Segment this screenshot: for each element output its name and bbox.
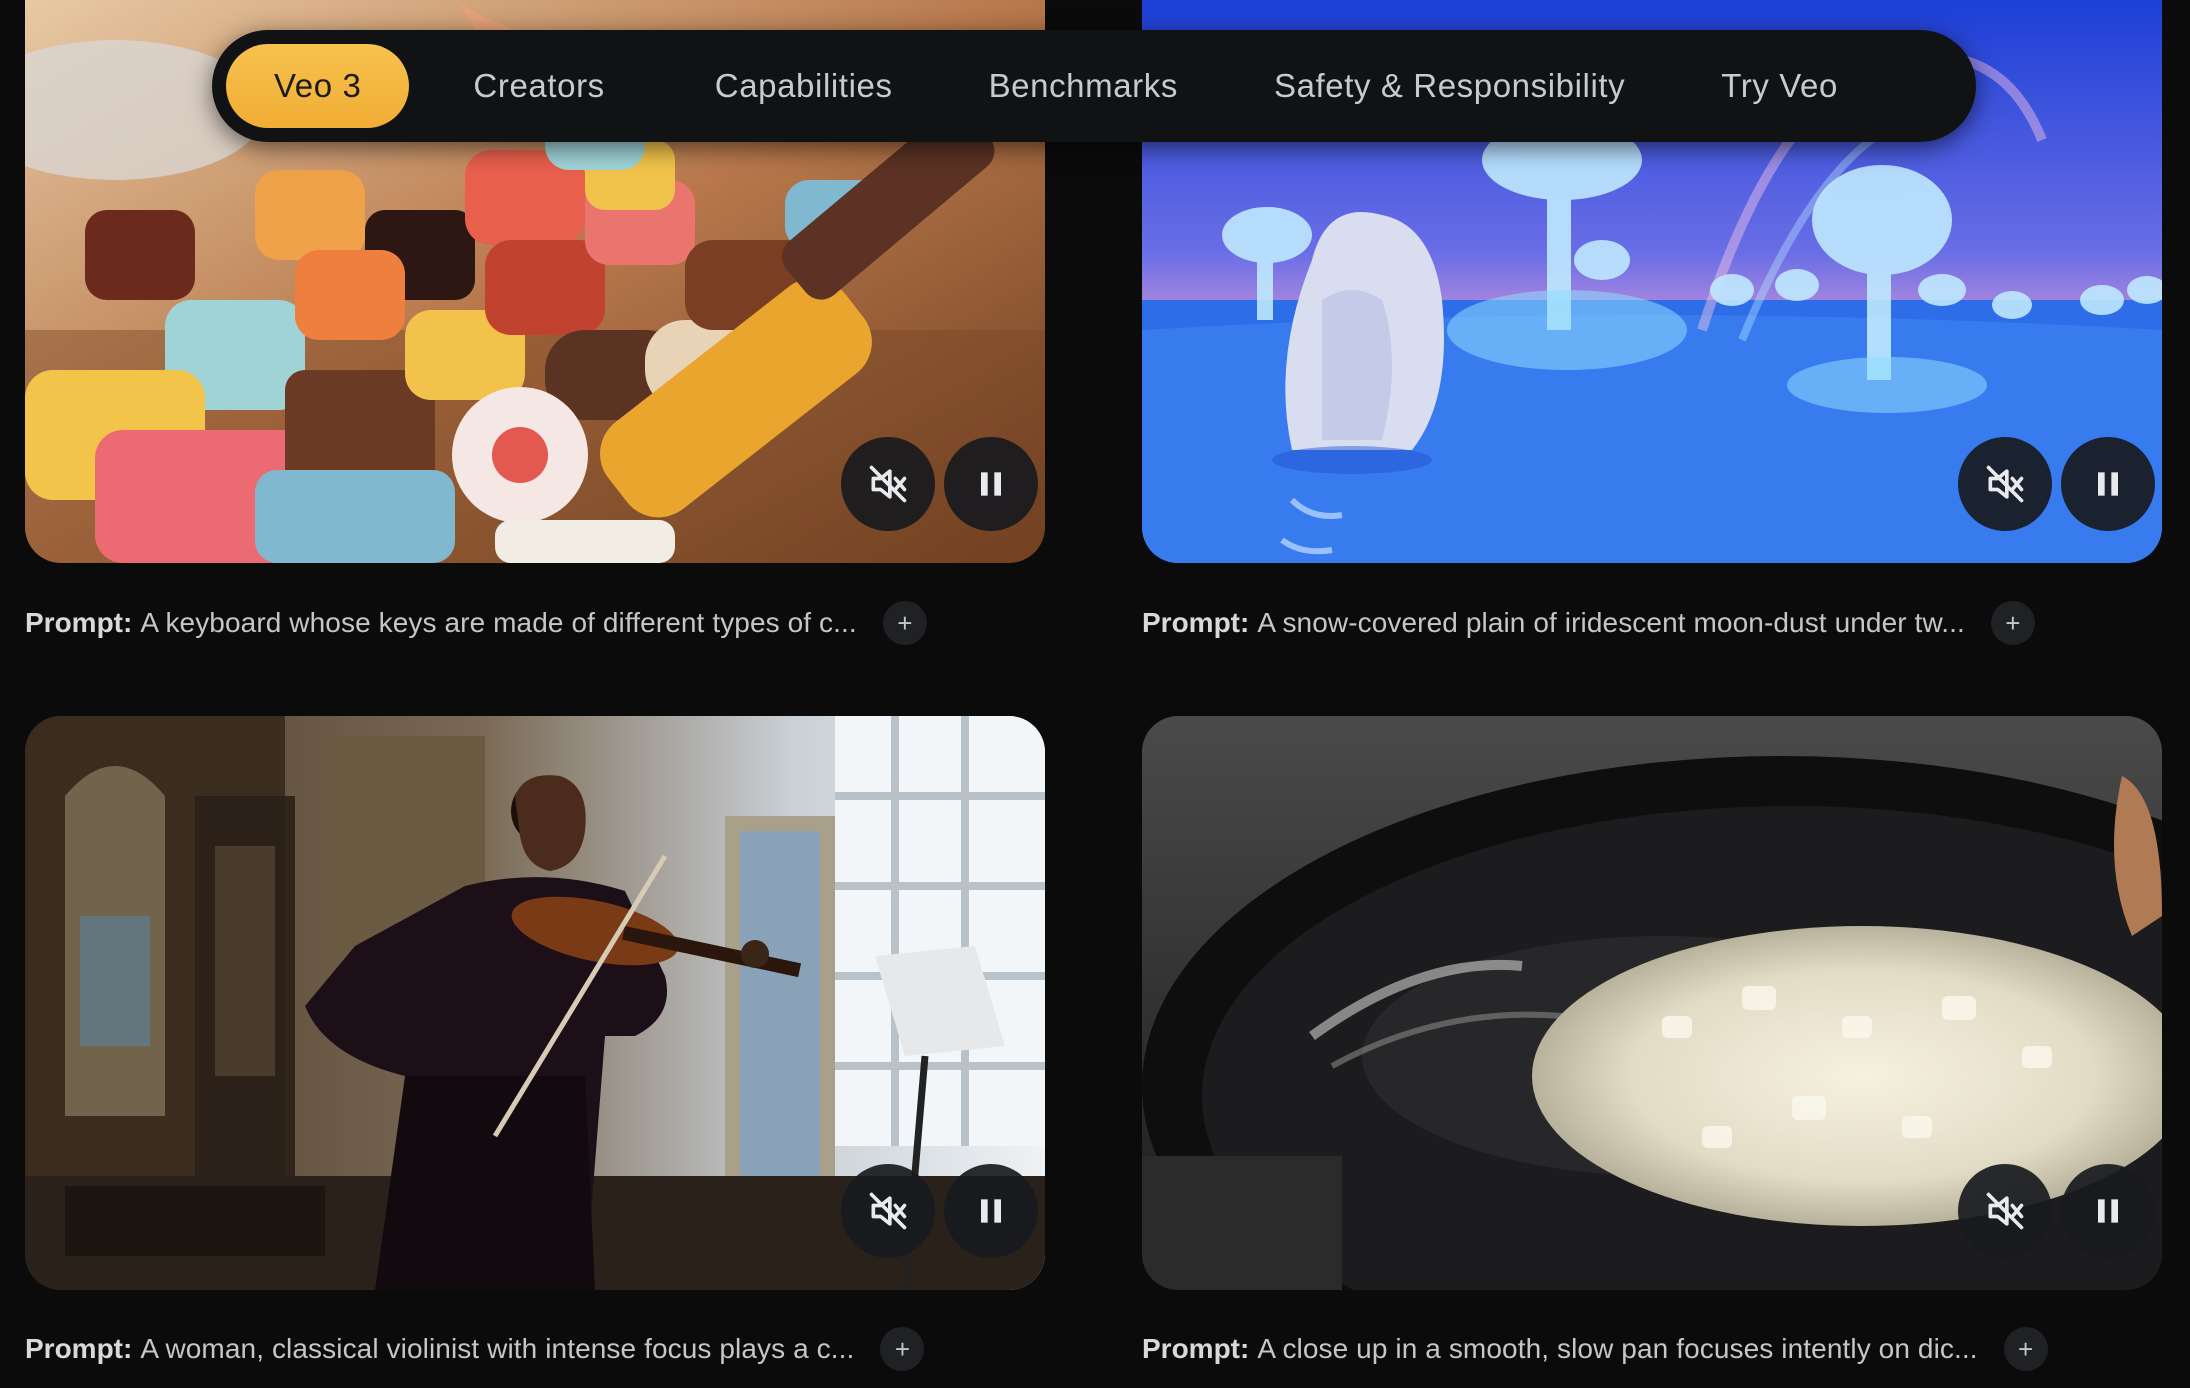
prompt-text: A snow-covered plain of iridescent moon-…: [1257, 607, 1965, 638]
volume-off-icon: [869, 465, 907, 503]
prompt-text: A woman, classical violinist with intens…: [140, 1333, 855, 1364]
video-gallery-page: Prompt: A keyboard whose keys are made o…: [0, 0, 2190, 1388]
video-card: Prompt: A woman, classical violinist wit…: [25, 716, 1045, 1371]
prompt-caption: Prompt: A close up in a smooth, slow pan…: [1142, 1327, 2048, 1371]
nav-item-capabilities[interactable]: Capabilities: [667, 44, 941, 128]
video-card: Prompt: A close up in a smooth, slow pan…: [1142, 716, 2162, 1371]
pause-button[interactable]: [944, 1164, 1038, 1258]
nav-item-safety-responsibility[interactable]: Safety & Responsibility: [1226, 44, 1673, 128]
pause-button[interactable]: [944, 437, 1038, 531]
mute-toggle-button[interactable]: [1958, 437, 2052, 531]
prompt-label: Prompt:: [1142, 607, 1250, 638]
prompt-caption: Prompt: A snow-covered plain of iridesce…: [1142, 601, 2035, 645]
nav-item-veo-3[interactable]: Veo 3: [226, 44, 410, 128]
pause-button[interactable]: [2061, 437, 2155, 531]
prompt-label: Prompt:: [1142, 1333, 1250, 1364]
volume-off-icon: [1986, 465, 2024, 503]
pause-icon: [981, 472, 1001, 496]
prompt-label: Prompt:: [25, 607, 133, 638]
prompt-caption: Prompt: A woman, classical violinist wit…: [25, 1327, 925, 1371]
nav-item-try-veo[interactable]: Try Veo: [1673, 44, 1886, 128]
prompt-label: Prompt:: [25, 1333, 133, 1364]
pause-icon: [2098, 472, 2118, 496]
volume-off-icon: [869, 1192, 907, 1230]
pause-icon: [981, 1199, 1001, 1223]
prompt-text: A keyboard whose keys are made of differ…: [140, 607, 857, 638]
expand-prompt-button[interactable]: +: [882, 601, 927, 645]
expand-prompt-button[interactable]: +: [2003, 1327, 2048, 1371]
mute-toggle-button[interactable]: [1958, 1164, 2052, 1258]
mute-toggle-button[interactable]: [841, 1164, 935, 1258]
expand-prompt-button[interactable]: +: [880, 1327, 925, 1371]
prompt-text: A close up in a smooth, slow pan focuses…: [1257, 1333, 1978, 1364]
pause-icon: [2098, 1199, 2118, 1223]
volume-off-icon: [1986, 1192, 2024, 1230]
prompt-caption: Prompt: A keyboard whose keys are made o…: [25, 601, 927, 645]
mute-toggle-button[interactable]: [841, 437, 935, 531]
video-player[interactable]: [25, 716, 1045, 1290]
video-player[interactable]: [1142, 716, 2162, 1290]
nav-item-creators[interactable]: Creators: [425, 44, 652, 128]
pause-button[interactable]: [2061, 1164, 2155, 1258]
top-navigation: Veo 3 Creators Capabilities Benchmarks S…: [212, 30, 1976, 142]
nav-item-benchmarks[interactable]: Benchmarks: [941, 44, 1226, 128]
expand-prompt-button[interactable]: +: [1990, 601, 2035, 645]
